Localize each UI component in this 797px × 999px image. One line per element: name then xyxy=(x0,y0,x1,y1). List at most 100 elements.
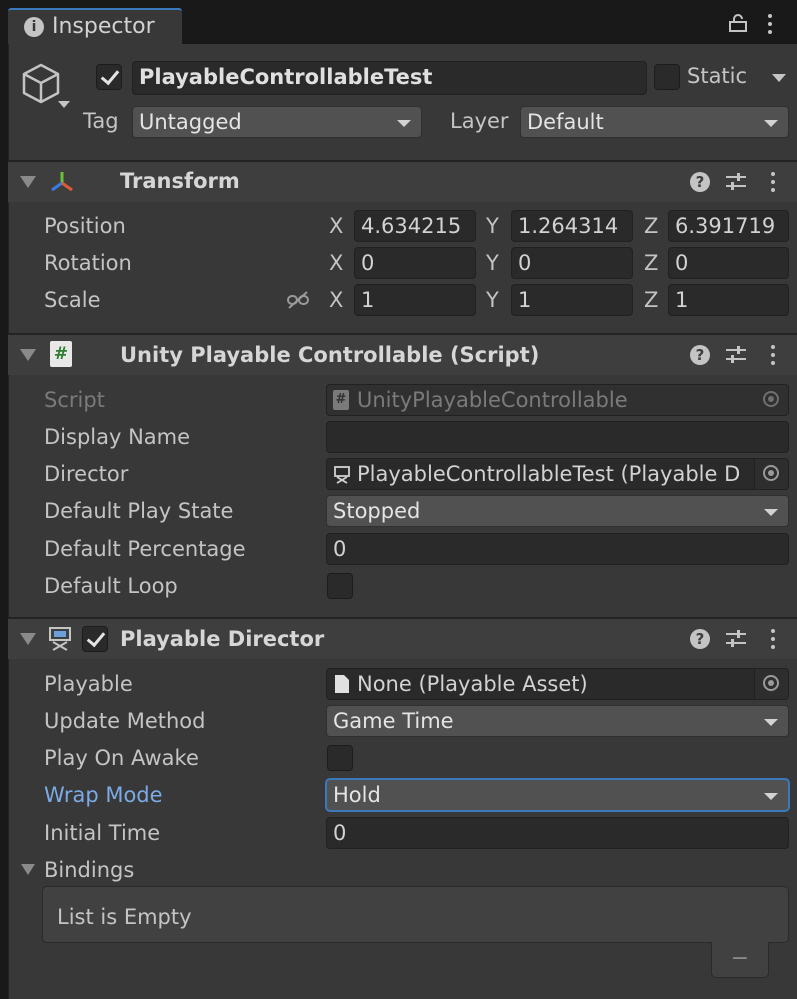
axis-x-label[interactable]: X xyxy=(329,214,343,238)
axis-y-label[interactable]: Y xyxy=(486,251,499,275)
default-play-state-dropdown[interactable]: Stopped xyxy=(326,495,789,527)
axis-z-label[interactable]: Z xyxy=(644,251,658,275)
script-field: # UnityPlayableControllable xyxy=(326,384,789,416)
foldout-arrow[interactable] xyxy=(20,633,36,645)
constrain-proportions-icon[interactable] xyxy=(286,290,310,310)
scale-label: Scale xyxy=(44,288,101,312)
rotation-x-field[interactable]: 0 xyxy=(354,247,476,279)
help-icon[interactable]: ? xyxy=(690,345,710,365)
component-menu-icon[interactable] xyxy=(770,172,776,196)
active-toggle[interactable] xyxy=(96,64,122,90)
object-picker-button[interactable] xyxy=(754,669,788,699)
help-icon[interactable]: ? xyxy=(690,629,710,649)
foldout-arrow[interactable] xyxy=(20,349,36,361)
play-on-awake-checkbox[interactable] xyxy=(327,745,353,771)
axis-x-label[interactable]: X xyxy=(329,288,343,312)
director-label: Director xyxy=(44,462,129,486)
axis-z-label[interactable]: Z xyxy=(644,288,658,312)
position-x-field[interactable]: 4.634215 xyxy=(354,210,476,242)
position-label: Position xyxy=(44,214,126,238)
axis-x-label[interactable]: X xyxy=(329,251,343,275)
rotation-y-field[interactable]: 0 xyxy=(511,247,633,279)
static-checkbox[interactable] xyxy=(654,64,680,90)
static-dropdown-caret[interactable] xyxy=(772,74,786,82)
component-menu-icon[interactable] xyxy=(770,345,776,369)
default-percentage-label: Default Percentage xyxy=(44,537,246,561)
lock-icon[interactable] xyxy=(729,14,747,32)
presets-icon[interactable] xyxy=(725,345,747,365)
default-play-state-value: Stopped xyxy=(333,499,421,523)
wrap-mode-dropdown[interactable]: Hold xyxy=(326,779,789,811)
axis-y-label[interactable]: Y xyxy=(486,214,499,238)
transform-icon xyxy=(51,172,73,192)
default-loop-checkbox[interactable] xyxy=(327,573,353,599)
script-icon: # xyxy=(333,390,349,410)
tag-value: Untagged xyxy=(139,110,242,134)
gameobject-cube-icon xyxy=(22,63,60,104)
document-icon xyxy=(335,675,349,693)
tag-label: Tag xyxy=(83,109,119,133)
director-field[interactable]: PlayableControllableTest (Playable D xyxy=(326,458,789,490)
display-name-field[interactable] xyxy=(326,421,789,453)
remove-element-button[interactable]: − xyxy=(711,942,769,978)
layer-value: Default xyxy=(527,110,604,134)
playable-director-header[interactable]: Playable Director ? xyxy=(8,619,797,659)
script-icon: # xyxy=(50,341,72,367)
bindings-label[interactable]: Bindings xyxy=(44,858,134,882)
playable-label: Playable xyxy=(44,672,133,696)
director-value: PlayableControllableTest (Playable D xyxy=(357,462,741,486)
playable-director-enabled-toggle[interactable] xyxy=(82,626,108,652)
help-icon[interactable]: ? xyxy=(690,172,710,192)
playable-director-icon xyxy=(49,627,71,651)
bindings-list: List is Empty xyxy=(42,886,789,943)
playable-value: None (Playable Asset) xyxy=(357,672,588,696)
list-empty-text: List is Empty xyxy=(57,905,192,929)
object-name-field[interactable]: PlayableControllableTest xyxy=(132,61,647,95)
display-name-label: Display Name xyxy=(44,425,191,449)
presets-icon[interactable] xyxy=(725,172,747,192)
tab-title: Inspector xyxy=(52,14,155,39)
initial-time-field[interactable]: 0 xyxy=(326,817,789,849)
play-on-awake-label: Play On Awake xyxy=(44,746,199,770)
foldout-arrow[interactable] xyxy=(20,176,36,188)
scale-z-field[interactable]: 1 xyxy=(668,284,789,316)
object-picker-icon xyxy=(763,675,779,691)
script-component-header[interactable]: # Unity Playable Controllable (Script) ? xyxy=(8,335,797,375)
scale-x-field[interactable]: 1 xyxy=(354,284,476,316)
bindings-foldout-arrow[interactable] xyxy=(21,864,35,875)
object-picker-button[interactable] xyxy=(754,459,788,489)
tab-inspector[interactable]: i Inspector xyxy=(8,8,182,44)
script-label: Script xyxy=(44,388,105,412)
rotation-z-field[interactable]: 0 xyxy=(668,247,789,279)
axis-z-label[interactable]: Z xyxy=(644,214,658,238)
update-method-dropdown[interactable]: Game Time xyxy=(326,705,789,737)
position-z-field[interactable]: 6.391719 xyxy=(668,210,789,242)
layer-dropdown[interactable]: Default xyxy=(520,106,789,138)
presets-icon[interactable] xyxy=(725,629,747,649)
playable-director-icon xyxy=(334,466,350,484)
initial-time-label: Initial Time xyxy=(44,821,161,845)
default-play-state-label: Default Play State xyxy=(44,499,234,523)
position-y-field[interactable]: 1.264314 xyxy=(511,210,633,242)
axis-y-label[interactable]: Y xyxy=(486,288,499,312)
object-picker-icon xyxy=(763,391,779,407)
wrap-mode-label: Wrap Mode xyxy=(44,783,163,807)
info-icon: i xyxy=(24,17,44,37)
component-menu-icon[interactable] xyxy=(770,629,776,653)
default-percentage-field[interactable]: 0 xyxy=(326,533,789,565)
tag-dropdown[interactable]: Untagged xyxy=(132,106,422,138)
static-label: Static xyxy=(687,64,748,88)
window-menu-icon[interactable] xyxy=(767,14,773,38)
wrap-mode-value: Hold xyxy=(333,783,381,807)
transform-header[interactable]: Transform ? xyxy=(8,162,797,202)
playable-director-title: Playable Director xyxy=(120,627,325,651)
default-loop-label: Default Loop xyxy=(44,574,178,598)
scale-y-field[interactable]: 1 xyxy=(511,284,633,316)
rotation-label: Rotation xyxy=(44,251,132,275)
update-method-value: Game Time xyxy=(333,709,454,733)
transform-title: Transform xyxy=(120,169,240,193)
object-picker-icon xyxy=(763,465,779,481)
playable-field[interactable]: None (Playable Asset) xyxy=(326,668,789,700)
update-method-label: Update Method xyxy=(44,709,206,733)
icon-dropdown-caret[interactable] xyxy=(58,101,70,108)
